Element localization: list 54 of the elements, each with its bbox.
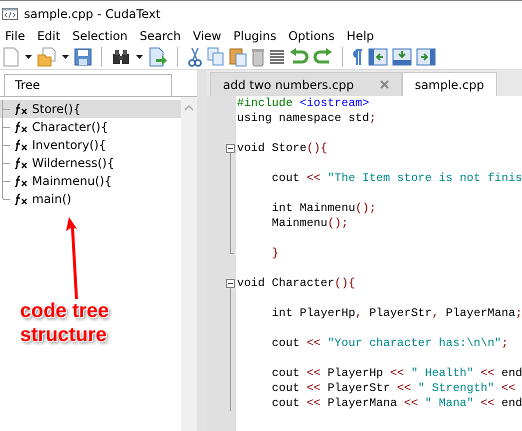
code-line: void Store(){	[236, 142, 328, 155]
function-icon	[14, 175, 28, 187]
code-line: int PlayerHp, PlayerStr, PlayerMana;	[270, 307, 522, 320]
menu-item[interactable]: File	[0, 28, 32, 42]
lines-icon[interactable]	[269, 49, 285, 65]
cut-icon[interactable]	[187, 47, 203, 67]
menu-item[interactable]: Selection	[67, 28, 135, 42]
binoculars-icon[interactable]	[111, 49, 131, 65]
function-icon	[14, 121, 28, 133]
right-panel-icon[interactable]	[416, 48, 436, 66]
code-line: }	[270, 247, 279, 260]
menu-item[interactable]: Options	[283, 28, 342, 42]
code-line: cout << PlayerHp << " Health" << end	[270, 367, 522, 380]
tree-item[interactable]: Wilderness(){	[0, 154, 181, 172]
code-line: Mainmenu();	[270, 217, 348, 230]
code-line: #include <iostream>	[236, 97, 370, 110]
code-line: int Mainmenu();	[270, 202, 376, 215]
function-icon	[14, 193, 28, 205]
menu-item[interactable]: Edit	[32, 28, 68, 42]
tree-item[interactable]: Inventory(){	[0, 136, 181, 154]
menu-item[interactable]: View	[188, 28, 228, 42]
editor-tab[interactable]: sample.cpp	[402, 72, 498, 96]
fold-toggle-icon[interactable]	[226, 279, 235, 288]
side-panel-icon[interactable]	[368, 48, 388, 66]
paste-icon[interactable]	[229, 47, 247, 67]
annotation-label: code tree structure	[20, 299, 110, 347]
code-line: cout << PlayerStr << " Strength" <<	[270, 382, 516, 395]
code-line: cout << "The Item store is not finis	[270, 172, 522, 185]
code-line: using namespace std;	[236, 112, 376, 125]
copy-icon[interactable]	[207, 47, 225, 67]
fold-toggle-icon[interactable]	[226, 144, 235, 153]
code-line: cout << PlayerMana << " Mana" << end	[270, 397, 522, 410]
code-line: void Character(){	[236, 277, 356, 290]
code-line: cout << "Your character has:\n\n";	[270, 337, 508, 350]
tree-item[interactable]: Character(){	[0, 118, 181, 136]
redo-icon[interactable]	[313, 48, 333, 66]
tree-tab[interactable]: Tree	[4, 74, 172, 96]
close-icon[interactable]	[380, 80, 389, 89]
save-icon[interactable]	[74, 48, 92, 66]
function-icon	[14, 103, 28, 115]
window-title: sample.cpp - CudaText	[24, 6, 160, 20]
function-icon	[14, 157, 28, 169]
menu-item[interactable]: Help	[342, 28, 382, 42]
scrollbar[interactable]	[181, 97, 197, 431]
tree-item[interactable]: main()	[0, 190, 181, 208]
editor-tab[interactable]: add two numbers.cpp	[210, 72, 402, 96]
tree-item[interactable]: Mainmenu(){	[0, 172, 181, 190]
tree-item[interactable]: Store(){	[0, 100, 181, 118]
menu-item[interactable]: Search	[134, 28, 188, 42]
function-icon	[14, 139, 28, 151]
page-arrow-icon[interactable]	[148, 47, 168, 67]
menu-item[interactable]: Plugins	[228, 28, 284, 42]
bottom-panel-icon[interactable]	[392, 48, 412, 66]
pilcrow-icon[interactable]	[352, 48, 364, 66]
